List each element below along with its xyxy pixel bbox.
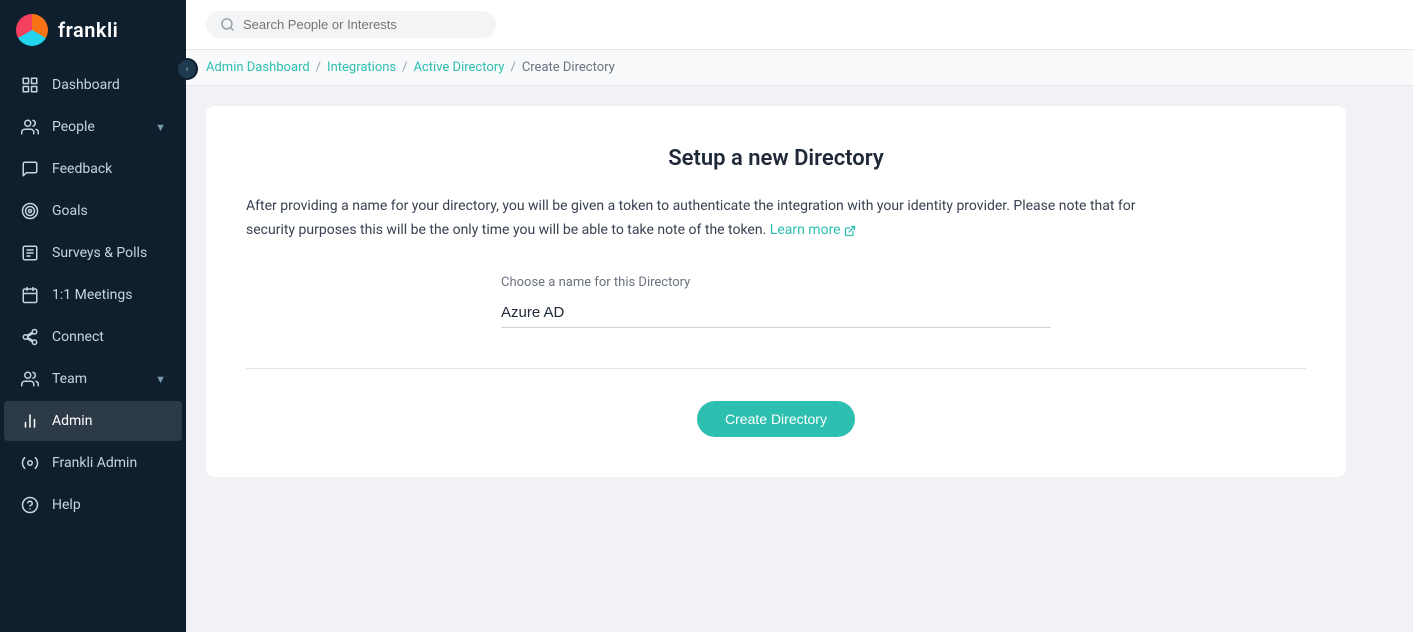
breadcrumb-separator-2: / <box>402 60 407 75</box>
breadcrumb: Admin Dashboard / Integrations / Active … <box>186 50 1413 86</box>
admin-icon <box>20 411 40 431</box>
search-input[interactable] <box>243 17 482 32</box>
search-icon <box>220 17 235 32</box>
sidebar-item-feedback[interactable]: Feedback <box>4 149 182 189</box>
meetings-icon <box>20 285 40 305</box>
sidebar-item-connect-label: Connect <box>52 329 104 345</box>
logo: frankli <box>0 0 186 60</box>
connect-icon <box>20 327 40 347</box>
directory-name-form-group: Choose a name for this Directory <box>501 275 1051 328</box>
sidebar-item-team-label: Team <box>52 371 87 387</box>
sidebar-item-goals[interactable]: Goals <box>4 191 182 231</box>
description-text: After providing a name for your director… <box>246 198 1136 238</box>
sidebar: frankli ‹ Dashboard People ▼ Feedback <box>0 0 186 632</box>
search-box[interactable] <box>206 11 496 38</box>
sidebar-collapse-button[interactable]: ‹ <box>176 58 198 80</box>
sidebar-nav: Dashboard People ▼ Feedback Goals <box>0 60 186 632</box>
sidebar-item-people-label: People <box>52 119 95 135</box>
feedback-icon <box>20 159 40 179</box>
sidebar-item-admin[interactable]: Admin <box>4 401 182 441</box>
sidebar-item-connect[interactable]: Connect <box>4 317 182 357</box>
frankli-admin-icon <box>20 453 40 473</box>
sidebar-item-help-label: Help <box>52 497 81 513</box>
card-description: After providing a name for your director… <box>246 195 1146 243</box>
sidebar-item-surveys-label: Surveys & Polls <box>52 245 147 261</box>
sidebar-item-team[interactable]: Team ▼ <box>4 359 182 399</box>
logo-icon <box>16 14 48 46</box>
sidebar-item-dashboard-label: Dashboard <box>52 77 120 93</box>
breadcrumb-separator-3: / <box>510 60 515 75</box>
sidebar-item-feedback-label: Feedback <box>52 161 112 177</box>
breadcrumb-active-directory[interactable]: Active Directory <box>414 60 505 75</box>
sidebar-item-meetings[interactable]: 1:1 Meetings <box>4 275 182 315</box>
learn-more-link[interactable]: Learn more <box>770 219 856 243</box>
dashboard-icon <box>20 75 40 95</box>
sidebar-item-frankli-admin-label: Frankli Admin <box>52 455 137 471</box>
logo-text: frankli <box>58 18 118 42</box>
card-divider <box>246 368 1306 369</box>
sidebar-item-surveys[interactable]: Surveys & Polls <box>4 233 182 273</box>
directory-name-input[interactable] <box>501 298 1051 328</box>
team-icon <box>20 369 40 389</box>
breadcrumb-separator-1: / <box>316 60 321 75</box>
breadcrumb-admin-dashboard[interactable]: Admin Dashboard <box>206 60 310 75</box>
create-directory-button[interactable]: Create Directory <box>697 401 855 437</box>
surveys-icon <box>20 243 40 263</box>
chevron-down-icon: ▼ <box>155 121 166 134</box>
directory-name-label: Choose a name for this Directory <box>501 275 1051 290</box>
breadcrumb-integrations[interactable]: Integrations <box>327 60 396 75</box>
sidebar-item-goals-label: Goals <box>52 203 88 219</box>
sidebar-item-meetings-label: 1:1 Meetings <box>52 287 132 303</box>
page-content: Setup a new Directory After providing a … <box>186 86 1413 632</box>
breadcrumb-create-directory: Create Directory <box>522 60 615 75</box>
external-link-icon <box>844 225 856 237</box>
sidebar-item-frankli-admin[interactable]: Frankli Admin <box>4 443 182 483</box>
sidebar-item-admin-label: Admin <box>52 413 92 429</box>
people-icon <box>20 117 40 137</box>
sidebar-item-people[interactable]: People ▼ <box>4 107 182 147</box>
goals-icon <box>20 201 40 221</box>
card-title: Setup a new Directory <box>246 146 1306 171</box>
chevron-down-icon: ▼ <box>155 373 166 386</box>
help-icon <box>20 495 40 515</box>
setup-card: Setup a new Directory After providing a … <box>206 106 1346 477</box>
sidebar-item-dashboard[interactable]: Dashboard <box>4 65 182 105</box>
main-content: Admin Dashboard / Integrations / Active … <box>186 0 1413 632</box>
sidebar-item-help[interactable]: Help <box>4 485 182 525</box>
topbar <box>186 0 1413 50</box>
